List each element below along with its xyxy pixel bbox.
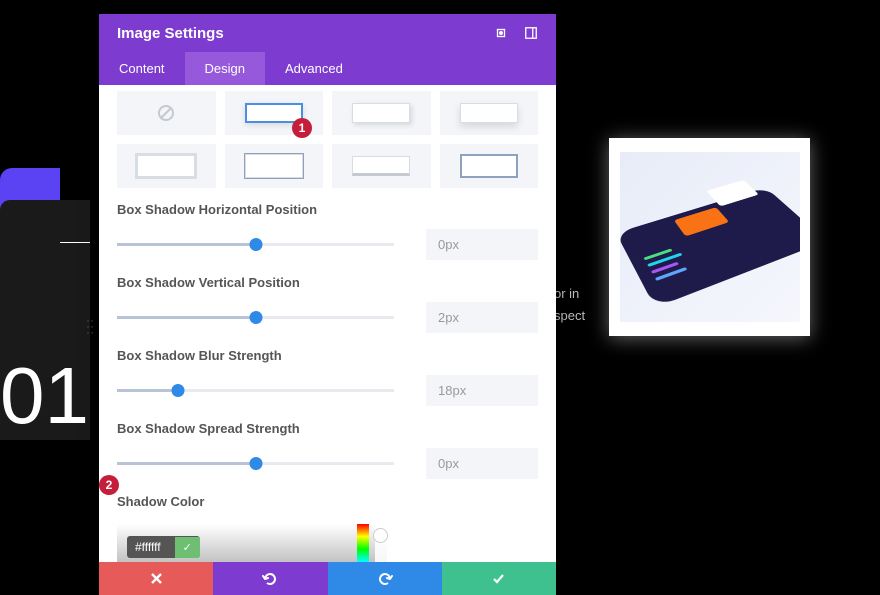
confirm-button[interactable] xyxy=(442,562,556,595)
annotation-2: 2 xyxy=(99,475,119,495)
hue-slider[interactable] xyxy=(357,524,369,562)
hex-confirm-icon[interactable]: ✓ xyxy=(175,537,200,558)
tab-design[interactable]: Design xyxy=(185,52,265,85)
slider-track[interactable] xyxy=(117,316,394,319)
panel-toggle-icon[interactable] xyxy=(524,26,538,40)
slider-label: Box Shadow Spread Strength xyxy=(117,421,538,436)
undo-button[interactable] xyxy=(213,562,327,595)
tab-advanced[interactable]: Advanced xyxy=(265,52,363,85)
preset-4[interactable] xyxy=(117,144,216,188)
tab-content[interactable]: Content xyxy=(99,52,185,85)
preset-3[interactable] xyxy=(440,91,539,135)
redo-button[interactable] xyxy=(328,562,442,595)
slider-thumb[interactable] xyxy=(249,311,262,324)
cancel-button[interactable] xyxy=(99,562,213,595)
panel-title: Image Settings xyxy=(117,25,224,42)
expand-icon[interactable] xyxy=(494,26,508,40)
background-text: or in spect xyxy=(554,283,585,327)
preset-7[interactable] xyxy=(440,144,539,188)
slider-thumb[interactable] xyxy=(249,238,262,251)
slider-track[interactable] xyxy=(117,389,394,392)
settings-panel: Image Settings Content Design Advanced 1… xyxy=(99,14,556,595)
preset-2[interactable] xyxy=(332,91,431,135)
color-picker[interactable]: #ffffff ✓ xyxy=(117,524,375,562)
slider-thumb[interactable] xyxy=(171,384,184,397)
annotation-1: 1 xyxy=(292,118,312,138)
slider-value-input[interactable]: 18px xyxy=(426,375,538,406)
preset-5[interactable] xyxy=(225,144,324,188)
slider-value-input[interactable]: 0px xyxy=(426,448,538,479)
preset-6[interactable] xyxy=(332,144,431,188)
slider-thumb[interactable] xyxy=(249,457,262,470)
slider-value-input[interactable]: 2px xyxy=(426,302,538,333)
image-preview xyxy=(609,138,810,336)
slider-label: Box Shadow Vertical Position xyxy=(117,275,538,290)
slider-track[interactable] xyxy=(117,243,394,246)
tabs: Content Design Advanced xyxy=(99,52,556,85)
slider-label: Box Shadow Horizontal Position xyxy=(117,202,538,217)
slider-value-input[interactable]: 0px xyxy=(426,229,538,260)
slider-label: Box Shadow Blur Strength xyxy=(117,348,538,363)
preset-none[interactable] xyxy=(117,91,216,135)
slider-track[interactable] xyxy=(117,462,394,465)
shadow-presets xyxy=(117,91,538,188)
alpha-slider[interactable] xyxy=(375,534,387,562)
shadow-color-label: Shadow Color xyxy=(117,494,538,509)
background-number: 01 xyxy=(0,350,89,442)
hex-input[interactable]: #ffffff xyxy=(127,536,175,558)
